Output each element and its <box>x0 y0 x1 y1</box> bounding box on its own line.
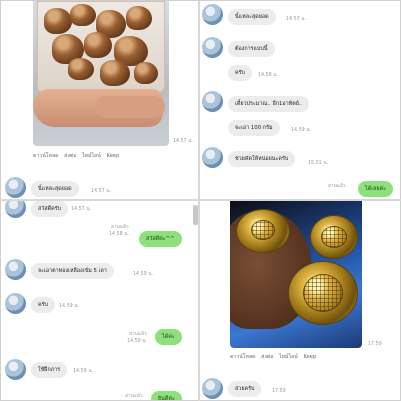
incoming-message: จะเอาตาทองเหลืองเข้ม 5 เลา <box>31 263 114 280</box>
timeline-link[interactable]: ไทม์ไลน์ <box>82 153 101 159</box>
incoming-message: ช่วยคัดให้หน่อยนะครับ <box>228 151 296 168</box>
contact-avatar[interactable] <box>202 91 223 112</box>
contact-avatar[interactable] <box>5 177 26 198</box>
keep-link[interactable]: Keep <box>106 153 119 159</box>
read-status: อ่านแล้ว <box>328 184 346 189</box>
read-status: อ่านแล้ว <box>125 394 143 399</box>
contact-avatar[interactable] <box>202 378 223 399</box>
scrollbar-thumb[interactable] <box>193 205 198 225</box>
contact-avatar[interactable] <box>202 147 223 168</box>
message-timestamp: 14.59 น. <box>291 128 312 133</box>
brass-mesh <box>251 220 275 240</box>
resin-piece <box>126 6 152 30</box>
photo-timestamp: 14.57 น. <box>173 139 194 144</box>
contact-avatar[interactable] <box>5 201 26 218</box>
chat-panel-top-left[interactable]: 14.57 น. ดาวน์โหลด ส่งต่อ ไทม์ไลน์ Keep … <box>1 1 198 199</box>
incoming-message: ต้องการแบบนี้ <box>228 41 275 58</box>
timeline-link[interactable]: ไทม์ไลน์ <box>279 354 298 360</box>
chat-panel-top-right[interactable]: นิ้แหละสุดยอด 14.57 น. ต้องการแบบนี้ ครั… <box>200 1 400 199</box>
photo-message-brass[interactable] <box>230 201 362 348</box>
outgoing-message: ยินดีค่ะ <box>151 391 182 400</box>
message-timestamp: 14.59 น. <box>59 304 80 309</box>
brass-mesh <box>303 274 343 312</box>
incoming-message: นิ้แหละสุดยอด <box>31 181 79 198</box>
outgoing-message: ได้เลยค่ะ <box>358 181 394 198</box>
brass-piece <box>288 261 358 325</box>
brass-piece <box>236 209 290 253</box>
message-timestamp: 14.58 น. <box>258 73 279 78</box>
message-timestamp: 14.59 น. <box>73 369 94 374</box>
resin-piece <box>68 58 94 80</box>
outgoing-message: ได้ค่ะ <box>155 329 182 346</box>
incoming-message: เดี๋ยวประมาณ.. อีก1อาทิตย์.. <box>228 96 310 113</box>
incoming-message: ครับ <box>31 297 55 314</box>
download-link[interactable]: ดาวน์โหลด <box>230 354 256 360</box>
contact-avatar[interactable] <box>5 293 26 314</box>
message-timestamp: 14.57 น. <box>91 189 112 194</box>
chat-panel-bottom-right[interactable]: 17.59 ดาวน์โหลด ส่งต่อ ไทม์ไลน์ Keep สวย… <box>200 201 400 400</box>
incoming-message: ใช้ฝึกภาร <box>31 362 68 379</box>
read-status: อ่านแล้ว <box>111 225 129 230</box>
resin-piece <box>70 4 96 26</box>
photo-timestamp: 17.59 <box>368 342 382 347</box>
message-timestamp: 14.59 น. <box>133 272 154 277</box>
resin-piece <box>84 32 112 58</box>
contact-avatar[interactable] <box>202 37 223 58</box>
outgoing-message: สวัสดีค่ะ^^ <box>139 231 182 248</box>
resin-piece <box>44 8 72 34</box>
incoming-message: สวัสดีครับ <box>31 201 69 218</box>
brass-mesh <box>321 226 347 248</box>
message-timestamp: 15.01 น. <box>308 161 329 166</box>
contact-avatar[interactable] <box>202 4 223 25</box>
contact-avatar[interactable] <box>5 259 26 280</box>
download-link[interactable]: ดาวน์โหลด <box>33 153 59 159</box>
message-timestamp: 14.58 น. <box>109 232 130 237</box>
incoming-message: สวยครับ <box>228 381 262 398</box>
chat-panel-bottom-left[interactable]: สวัสดีครับ 14.57 น. อ่านแล้ว 14.58 น. สว… <box>1 201 198 400</box>
jar-image <box>37 1 165 93</box>
photo-actions: ดาวน์โหลด ส่งต่อ ไทม์ไลน์ Keep <box>230 353 320 361</box>
message-timestamp: 14.59 น. <box>127 339 148 344</box>
contact-avatar[interactable] <box>5 359 26 380</box>
photo-message-resin[interactable] <box>33 1 169 146</box>
share-link[interactable]: ส่งต่อ <box>64 153 76 159</box>
read-status: อ่านแล้ว <box>129 332 147 337</box>
incoming-message: จะเอา 100 กรัม <box>228 120 280 137</box>
keep-link[interactable]: Keep <box>303 354 316 360</box>
photo-actions: ดาวน์โหลด ส่งต่อ ไทม์ไลน์ Keep <box>33 152 123 160</box>
incoming-message: ครับ <box>228 65 252 82</box>
brass-piece <box>310 215 358 259</box>
message-timestamp: 17.59 <box>272 389 286 394</box>
resin-piece <box>100 60 130 86</box>
thumb-image <box>95 96 165 118</box>
share-link[interactable]: ส่งต่อ <box>261 354 273 360</box>
incoming-message: นิ้แหละสุดยอด <box>228 9 276 26</box>
resin-piece <box>134 62 158 84</box>
message-timestamp: 14.57 น. <box>286 17 307 22</box>
message-timestamp: 14.57 น. <box>71 207 92 212</box>
